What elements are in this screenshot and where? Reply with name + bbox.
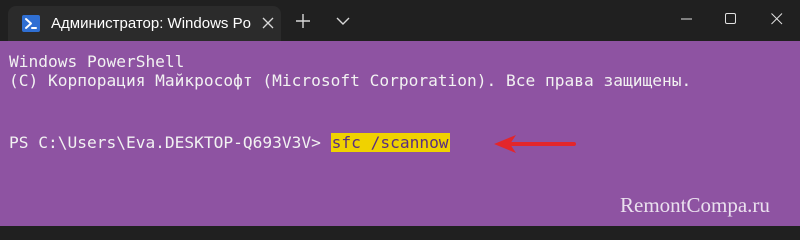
watermark: RemontCompa.ru	[620, 193, 770, 217]
close-window-button[interactable]	[754, 0, 800, 38]
tab-title: Администратор: Windows Po	[51, 15, 251, 32]
tab-powershell[interactable]: Администратор: Windows Po	[8, 6, 281, 41]
prompt-line: PS C:\Users\Eva.DESKTOP-Q693V3V> sfc /sc…	[9, 133, 450, 153]
minimize-icon	[681, 18, 692, 20]
chevron-down-icon[interactable]	[326, 6, 360, 36]
prompt: PS C:\Users\Eva.DESKTOP-Q693V3V>	[9, 133, 331, 152]
command-highlight: sfc /scannow	[330, 133, 450, 152]
close-icon	[771, 13, 783, 25]
powershell-icon	[22, 15, 40, 32]
terminal-window: Администратор: Windows Po Windows PowerS…	[0, 0, 800, 226]
terminal-output[interactable]: Windows PowerShell (C) Корпорация Майкро…	[0, 41, 800, 226]
maximize-button[interactable]	[708, 0, 754, 38]
close-icon[interactable]	[261, 16, 275, 30]
minimize-button[interactable]	[664, 0, 710, 38]
arrow-left-icon	[494, 135, 576, 153]
header-line: Windows PowerShell	[9, 52, 185, 71]
plus-icon[interactable]	[286, 6, 320, 36]
copyright-line: (C) Корпорация Майкрософт (Microsoft Cor…	[9, 71, 692, 90]
maximize-icon	[725, 13, 736, 24]
title-bar: Администратор: Windows Po	[0, 0, 800, 41]
